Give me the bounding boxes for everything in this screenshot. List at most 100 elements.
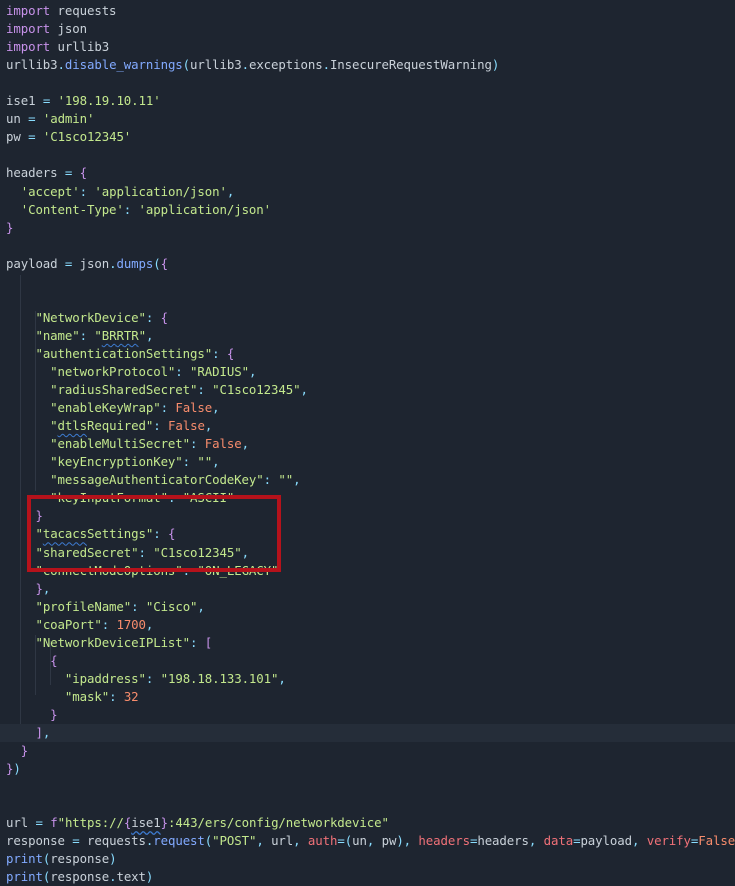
- code-token: payload: [580, 833, 632, 849]
- code-token: }: [20, 743, 29, 759]
- code-token: "C1sco12345": [153, 544, 242, 560]
- code-line[interactable]: "radiusSharedSecret": "C1sco12345",: [6, 381, 308, 399]
- code-token: "Cisco": [145, 598, 198, 614]
- code-token: requests: [50, 3, 117, 18]
- code-token: "POST": [212, 833, 257, 849]
- code-token: f: [50, 815, 58, 831]
- code-token: .: [322, 57, 330, 73]
- code-line[interactable]: "tacacsSettings": {: [6, 525, 175, 543]
- code-token: "messageAuthenticatorCodeKey": [50, 472, 264, 488]
- code-token: .: [241, 57, 249, 73]
- code-line[interactable]: "mask": 32: [6, 688, 139, 706]
- code-token: "networkProtocol": [50, 364, 176, 379]
- code-line[interactable]: }): [6, 760, 21, 778]
- code-line[interactable]: "authenticationSettings": {: [6, 345, 234, 363]
- code-token: .: [109, 869, 117, 885]
- code-line[interactable]: 'Content-Type': 'application/json': [6, 201, 271, 219]
- code-line[interactable]: import requests: [6, 2, 117, 20]
- code-token: "mask": [64, 688, 110, 704]
- code-line[interactable]: "sharedSecret": "C1sco12345",: [6, 544, 249, 562]
- code-token: "keyInputFormat": [50, 490, 168, 506]
- code-line[interactable]: "profileName": "Cisco",: [6, 598, 204, 616]
- code-token: ise1: [131, 815, 161, 831]
- code-line[interactable]: }: [6, 507, 42, 525]
- code-token: {: [79, 165, 88, 181]
- code-line[interactable]: "NetworkDevice": {: [6, 309, 168, 327]
- code-token: False: [168, 418, 205, 434]
- code-token: BRRTR: [101, 327, 139, 343]
- code-token: json: [72, 255, 110, 271]
- code-line[interactable]: "coaPort": 1700,: [6, 616, 153, 634]
- code-token: verify: [646, 833, 691, 849]
- code-token: (: [344, 833, 353, 849]
- code-token: ,: [212, 400, 220, 416]
- code-line[interactable]: "keyEncryptionKey": "",: [6, 453, 219, 471]
- code-line[interactable]: import json: [6, 20, 87, 38]
- code-token: :: [153, 418, 161, 434]
- code-line[interactable]: },: [6, 580, 50, 598]
- code-line[interactable]: "dtlsRequired": False,: [6, 417, 212, 435]
- code-line[interactable]: "NetworkDeviceIPList": [: [6, 634, 212, 652]
- code-token: {: [168, 526, 176, 542]
- code-token: "RADIUS": [190, 364, 249, 379]
- code-line[interactable]: }: [6, 706, 57, 724]
- code-token: "": [197, 454, 213, 470]
- code-token: :: [197, 382, 205, 398]
- code-line[interactable]: ],: [0, 724, 735, 742]
- code-token: {: [50, 652, 58, 668]
- code-token: False: [204, 436, 242, 452]
- code-line[interactable]: 'accept': 'application/json',: [6, 183, 235, 201]
- code-token: :: [182, 562, 191, 578]
- code-line[interactable]: print(response): [6, 850, 117, 868]
- code-line[interactable]: "keyInputFormat": "ASCII": [6, 489, 234, 507]
- code-token: print: [6, 851, 43, 867]
- code-line[interactable]: ise1 = '198.19.10.11': [6, 92, 161, 110]
- code-line[interactable]: "enableKeyWrap": False,: [6, 399, 220, 417]
- code-line[interactable]: "networkProtocol": "RADIUS",: [6, 363, 256, 381]
- code-line[interactable]: print(response.text): [6, 868, 153, 886]
- code-token: :: [175, 364, 183, 379]
- code-line[interactable]: headers = {: [6, 164, 87, 182]
- code-token: url: [263, 833, 294, 849]
- code-line[interactable]: }: [6, 219, 13, 237]
- code-token: "connectModeOptions": [35, 562, 183, 578]
- code-token: :: [131, 598, 139, 614]
- code-line[interactable]: "ipaddress": "198.18.133.101",: [6, 670, 286, 688]
- code-line[interactable]: "name": "BRRTR",: [6, 327, 153, 345]
- code-line[interactable]: pw = 'C1sco12345': [6, 128, 131, 146]
- code-token: {: [160, 309, 168, 325]
- code-line[interactable]: {: [6, 652, 58, 670]
- code-line[interactable]: response = requests.request("POST", url,…: [6, 832, 735, 850]
- code-line[interactable]: }: [6, 742, 28, 760]
- code-token: urllib3: [6, 57, 58, 73]
- code-line[interactable]: un = 'admin': [6, 110, 94, 128]
- code-line[interactable]: url = f"https://{ise1}:443/ers/config/ne…: [6, 814, 389, 832]
- code-token: :443/ers/config/networkdevice": [168, 815, 389, 831]
- code-token: print: [6, 869, 43, 885]
- code-token: [: [204, 634, 213, 650]
- code-token: (: [153, 255, 161, 271]
- code-line[interactable]: import urllib3: [6, 38, 109, 56]
- code-line[interactable]: payload = json.dumps({: [6, 255, 168, 273]
- code-token: ,: [278, 670, 286, 686]
- code-line[interactable]: "enableMultiSecret": False,: [6, 435, 249, 453]
- code-line[interactable]: "connectModeOptions": "ON_LEGACY": [6, 562, 278, 580]
- code-editor[interactable]: import requests import json import urllib3…: [0, 0, 735, 884]
- code-line[interactable]: urllib3.disable_warnings(urllib3.excepti…: [6, 56, 499, 74]
- code-token: pw: [374, 833, 397, 849]
- code-token: 'admin': [42, 111, 95, 127]
- code-line[interactable]: "messageAuthenticatorCodeKey": "",: [6, 471, 300, 489]
- code-token: :: [79, 183, 87, 199]
